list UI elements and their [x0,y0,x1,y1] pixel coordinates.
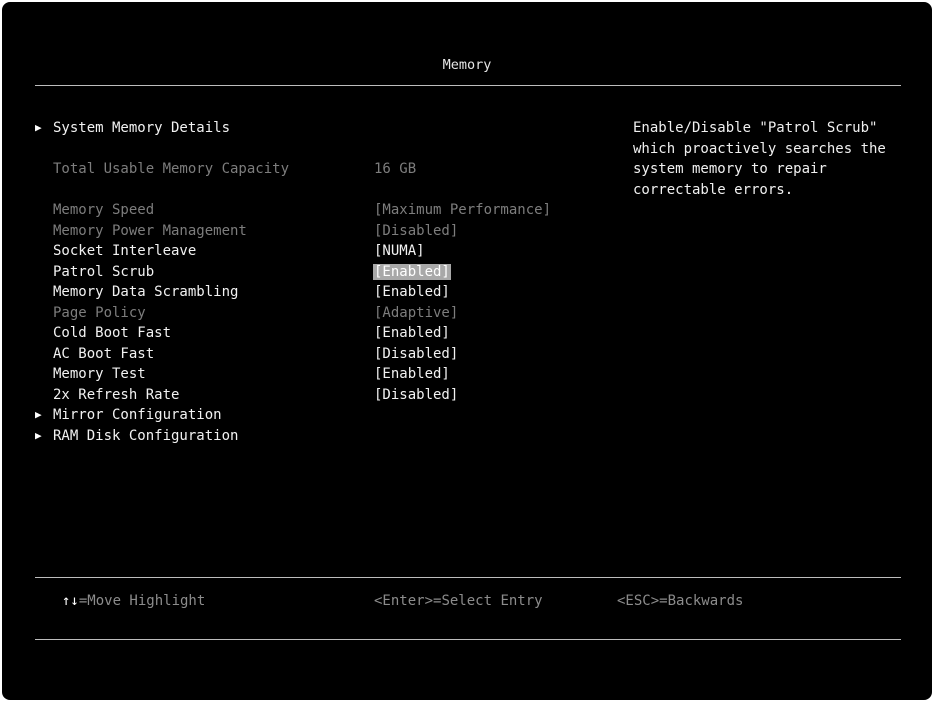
menu-item-label: 2x Refresh Rate [53,387,180,403]
footer-bottom-divider [35,639,901,640]
menu-item-memory-speed[interactable]: Memory Speed [Maximum Performance] [2,200,602,220]
help-text: Enable/Disable "Patrol Scrub" which proa… [633,120,886,198]
menu-item-value[interactable]: [Enabled] [373,262,451,282]
esc-key-label: <ESC> [617,593,660,609]
bios-screen: Memory ▶ System Memory Details Total Usabl… [2,2,932,700]
menu-item-label: Socket Interleave [53,243,197,259]
menu-item-label: System Memory Details [53,120,231,136]
triangle-right-icon: ▶ [35,429,42,442]
page-title: Memory [442,57,492,73]
selected-value-highlight[interactable]: [Enabled] [373,264,451,280]
menu-item-total-usable-memory-capacity: Total Usable Memory Capacity 16 GB [2,159,602,179]
footer-move-text: =Move Highlight [78,593,206,609]
menu-item-label: Page Policy [53,305,146,321]
menu-item-value[interactable]: [Enabled] [374,282,450,302]
menu-item-system-memory-details[interactable]: ▶ System Memory Details [2,118,602,138]
menu-item-memory-power-management[interactable]: Memory Power Management [Disabled] [2,221,602,241]
menu-item-2x-refresh-rate[interactable]: 2x Refresh Rate [Disabled] [2,385,602,405]
menu-item-mirror-configuration[interactable]: ▶ Mirror Configuration [2,405,602,425]
menu-item-ram-disk-configuration[interactable]: ▶ RAM Disk Configuration [2,426,602,446]
enter-key-label: <Enter> [374,593,434,609]
footer-top-divider [35,577,901,578]
up-down-arrows-icon: ↑↓ [62,593,79,609]
menu-item-value[interactable]: [Disabled] [374,344,458,364]
footer-back-text: =Backwards [659,593,744,609]
menu-item-memory-test[interactable]: Memory Test [Enabled] [2,364,602,384]
menu-item-page-policy[interactable]: Page Policy [Adaptive] [2,303,602,323]
menu-item-label: Mirror Configuration [53,407,222,423]
menu-item-label: Memory Test [53,366,146,382]
menu-item-ac-boot-fast[interactable]: AC Boot Fast [Disabled] [2,344,602,364]
menu-item-value[interactable]: [Enabled] [374,323,450,343]
menu-item-socket-interleave[interactable]: Socket Interleave [NUMA] [2,241,602,261]
menu-item-cold-boot-fast[interactable]: Cold Boot Fast [Enabled] [2,323,602,343]
menu-item-label: AC Boot Fast [53,346,155,362]
menu-item-label: Cold Boot Fast [53,325,172,341]
footer-select-text: =Select Entry [433,593,543,609]
menu-item-patrol-scrub[interactable]: Patrol Scrub [Enabled] [2,262,602,282]
menu-item-value: 16 GB [374,161,417,177]
menu-item-label: Memory Speed [53,202,155,218]
menu-item-label: Total Usable Memory Capacity [53,161,290,177]
menu-item-value: [Maximum Performance] [374,202,552,218]
menu-item-value[interactable]: [Enabled] [374,364,450,384]
menu-item-label: Memory Power Management [53,223,247,239]
menu-item-label: RAM Disk Configuration [53,428,239,444]
footer-back-hint: <ESC>=Backwards [617,591,743,611]
triangle-right-icon: ▶ [35,121,42,134]
menu-item-value[interactable]: [Disabled] [374,385,458,405]
header-divider [35,85,901,86]
footer-move-hint: ↑↓=Move Highlight [62,591,205,611]
menu-item-label: Patrol Scrub [53,264,155,280]
footer-select-hint: <Enter>=Select Entry [374,591,543,611]
menu-item-value: [Adaptive] [374,305,459,321]
menu-item-value[interactable]: [NUMA] [374,241,425,261]
triangle-right-icon: ▶ [35,408,42,421]
menu-item-label: Memory Data Scrambling [53,284,239,300]
menu-item-value: [Disabled] [374,223,459,239]
menu-item-memory-data-scrambling[interactable]: Memory Data Scrambling [Enabled] [2,282,602,302]
